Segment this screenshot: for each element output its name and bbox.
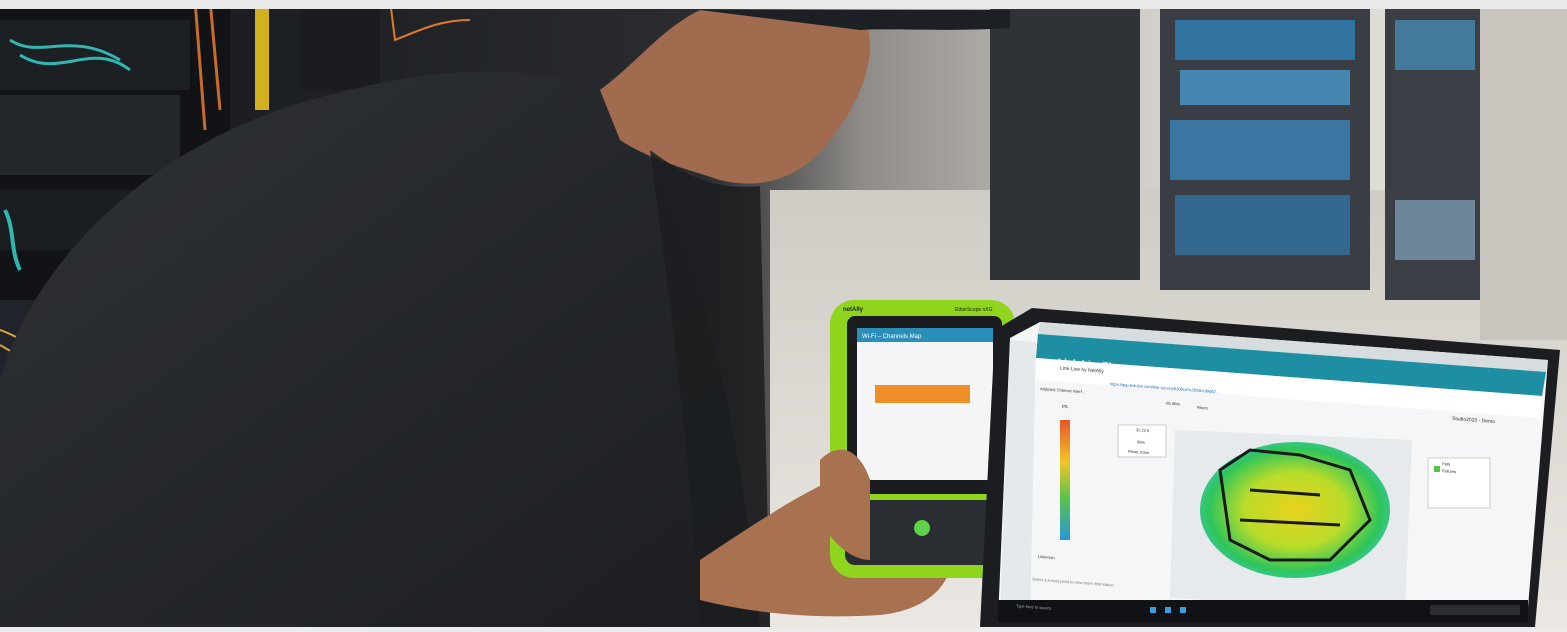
device-brand: netAlly	[843, 307, 864, 313]
scale-title: Int.	[1062, 404, 1069, 411]
heatmap-overlay	[1200, 442, 1390, 578]
device-screen	[857, 328, 993, 480]
signal-color-scale	[1060, 420, 1070, 540]
legend-item-path: Path	[1442, 461, 1450, 467]
photo-scene: Wi-Fi – Channels Map netAlly EtherScope …	[0, 0, 1567, 628]
map-size-value: 32.23 ft	[1136, 427, 1150, 433]
legend-item-failures: Failures	[1442, 468, 1456, 474]
device-power-led	[914, 520, 930, 536]
photo-illustration: Wi-Fi – Channels Map netAlly EtherScope …	[0, 0, 1567, 628]
device-model: EtherScope nXG	[955, 307, 993, 313]
filters-button[interactable]: Filters	[1197, 405, 1208, 411]
top-strip	[0, 0, 1567, 9]
device-screen-title: Wi-Fi – Channels Map	[862, 334, 922, 340]
legend-panel	[1427, 457, 1491, 509]
zoom-value[interactable]: 86%	[1137, 439, 1145, 445]
